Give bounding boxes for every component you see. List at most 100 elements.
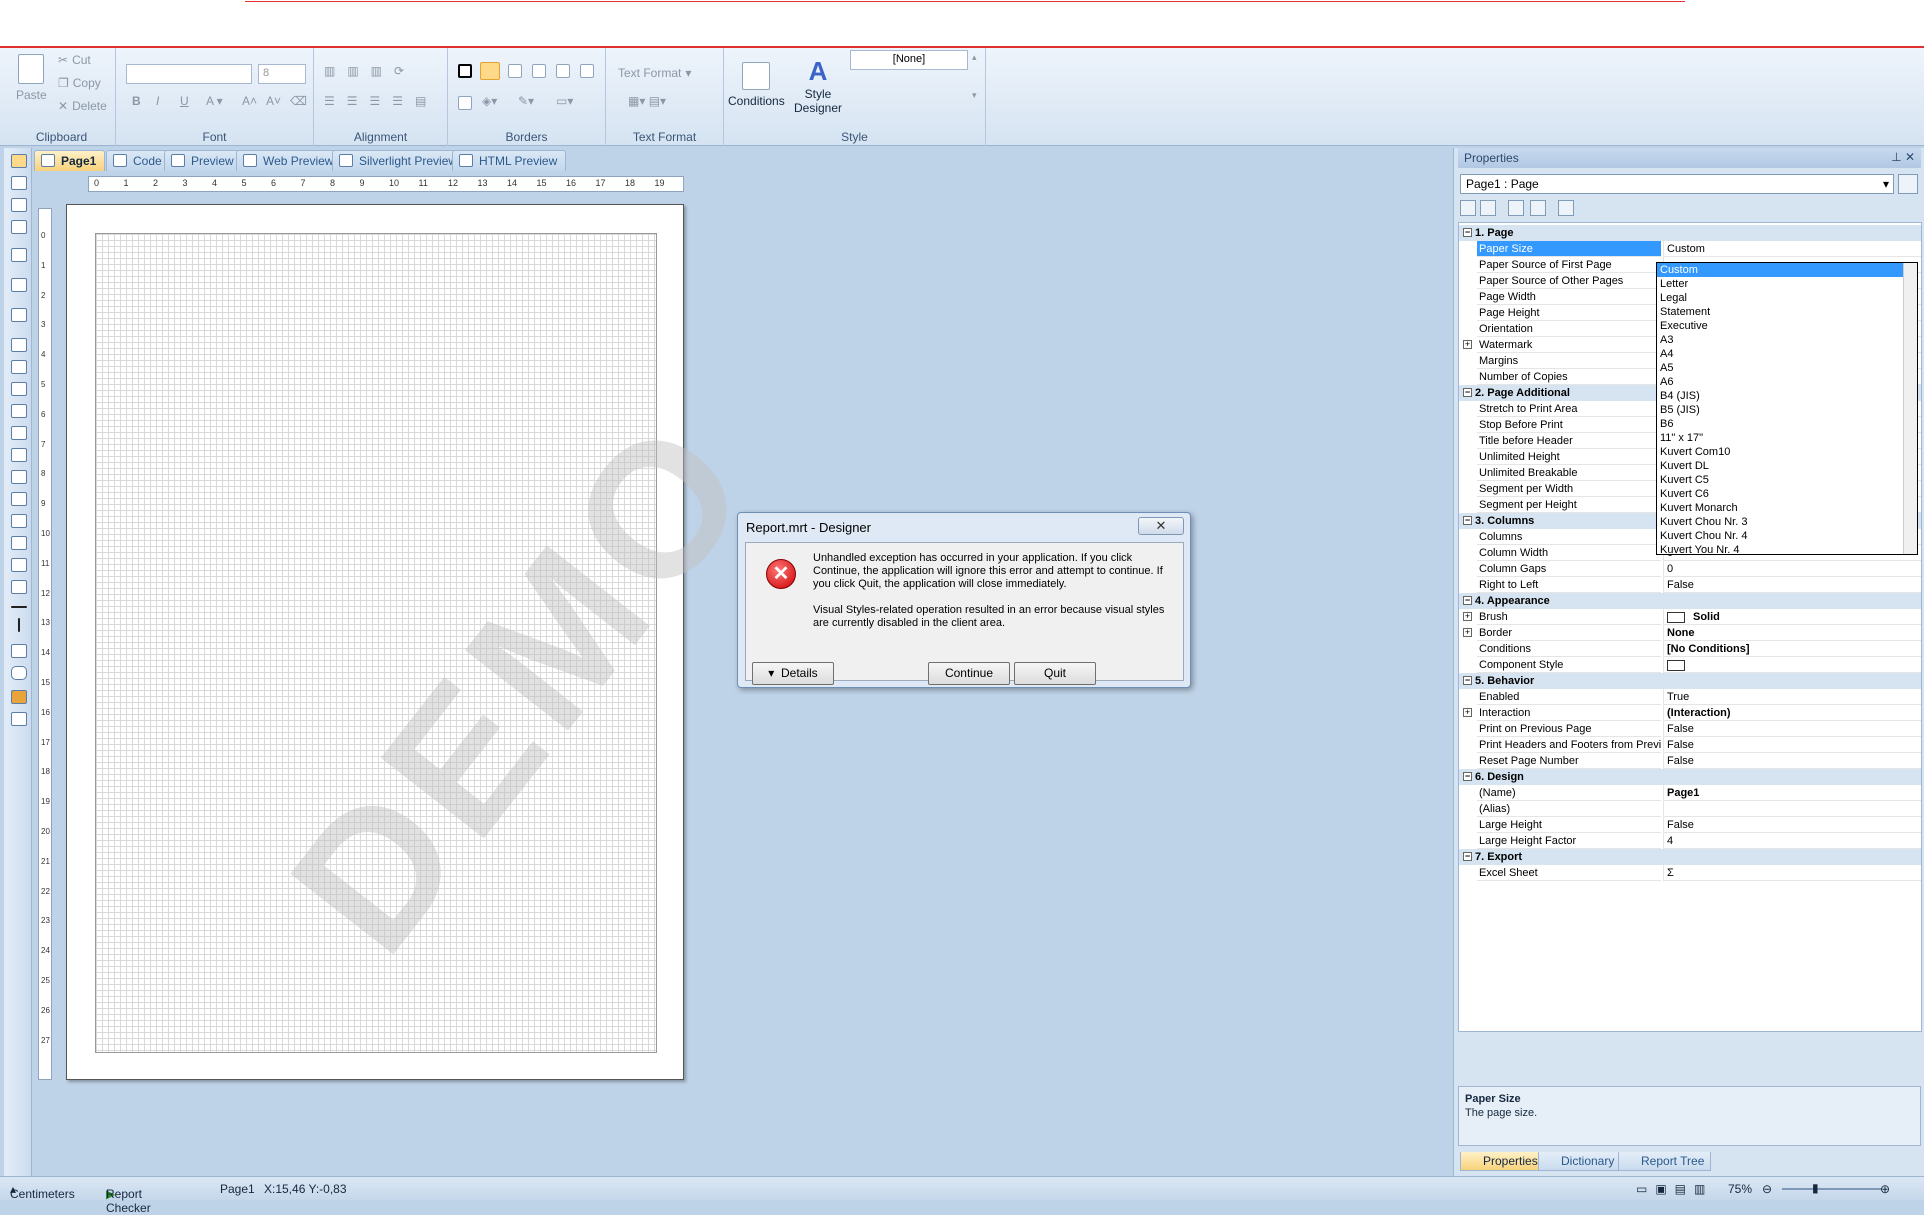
continue-button[interactable]: Continue — [928, 662, 1010, 685]
expand-icon[interactable]: + — [1463, 628, 1472, 637]
settings-icon[interactable] — [11, 712, 27, 726]
paper-size-option[interactable]: B5 (JIS) — [1657, 403, 1917, 417]
format-painter-icon[interactable] — [11, 220, 27, 234]
rich-text-icon[interactable] — [11, 360, 27, 374]
property-value[interactable]: Σ — [1663, 865, 1921, 881]
pin-close-icons[interactable]: ⊥ ✕ — [1891, 150, 1915, 164]
details-button[interactable]: ▾ Details — [752, 662, 834, 685]
property-value[interactable]: Solid — [1663, 609, 1921, 625]
cross-tab-icon[interactable] — [11, 492, 27, 506]
tab-code[interactable]: Code — [106, 150, 171, 171]
pan-tool-icon[interactable] — [11, 176, 27, 190]
property-row[interactable]: (Alias) — [1459, 801, 1921, 817]
rectangle-icon[interactable] — [11, 644, 27, 658]
property-row[interactable]: Component Style — [1459, 657, 1921, 673]
border-color-button[interactable]: ✎▾ — [518, 94, 534, 108]
fill-color-button[interactable]: ◈▾ — [482, 94, 497, 108]
container-icon[interactable] — [11, 580, 27, 594]
panel-tab-properties[interactable]: Properties — [1460, 1152, 1545, 1171]
no-border-icon[interactable] — [480, 62, 500, 80]
tab-web-preview[interactable]: Web Preview — [236, 150, 343, 171]
style-designer-button[interactable]: A Style Designer — [794, 56, 842, 115]
gallery-up-button[interactable]: ▴ — [972, 52, 977, 63]
report-page[interactable]: DEMO — [66, 204, 793, 1080]
collapse-icon[interactable]: − — [1463, 388, 1472, 397]
bold-button[interactable]: B — [132, 94, 141, 108]
property-category[interactable]: −1. Page — [1459, 225, 1921, 241]
shape-icon[interactable] — [11, 426, 27, 440]
paper-size-option[interactable]: B6 — [1657, 417, 1917, 431]
panel-tab-dictionary[interactable]: Dictionary — [1538, 1152, 1622, 1171]
format-buttons[interactable]: ▦▾ ▤▾ — [628, 94, 666, 108]
zoom-slider[interactable] — [1782, 1188, 1882, 1190]
property-row[interactable]: (Name) Page1 — [1459, 785, 1921, 801]
categorized-icon[interactable] — [1460, 200, 1476, 216]
font-name-combo[interactable] — [126, 64, 252, 84]
property-category[interactable]: −4. Appearance — [1459, 593, 1921, 609]
sort-icon[interactable] — [1898, 174, 1918, 194]
panel-tool-icon[interactable] — [11, 308, 27, 322]
bottom-border-icon[interactable] — [556, 64, 570, 78]
tab-silverlight-preview[interactable]: Silverlight Preview — [332, 150, 467, 171]
expand-icon[interactable]: + — [1463, 340, 1472, 349]
paper-size-option[interactable]: Custom — [1657, 263, 1917, 277]
tab-page1[interactable]: Page1 — [34, 150, 106, 171]
paper-size-option[interactable]: Kuvert C6 — [1657, 487, 1917, 501]
property-row[interactable]: Conditions [No Conditions] — [1459, 641, 1921, 657]
horizontal-line-icon[interactable] — [11, 606, 27, 608]
property-value[interactable] — [1663, 657, 1921, 673]
select-tool-icon[interactable] — [11, 154, 27, 168]
delete-button[interactable]: ✕ Delete — [58, 99, 107, 113]
tab-html-preview[interactable]: HTML Preview — [452, 150, 567, 171]
property-value[interactable]: False — [1663, 737, 1921, 753]
italic-button[interactable]: I — [156, 94, 159, 108]
dialog-close-button[interactable]: ✕ — [1138, 517, 1184, 535]
property-row[interactable]: Large Height False — [1459, 817, 1921, 833]
property-value[interactable] — [1663, 801, 1921, 817]
paper-size-option[interactable]: A4 — [1657, 347, 1917, 361]
property-value[interactable]: False — [1663, 817, 1921, 833]
cut-button[interactable]: ✂ Cut — [58, 53, 91, 67]
properties-view-icon[interactable] — [1508, 200, 1524, 216]
expand-icon[interactable]: + — [1463, 708, 1472, 717]
paste-button[interactable]: Paste — [16, 54, 47, 102]
sub-report-icon[interactable] — [11, 448, 27, 462]
text-format-combo[interactable]: Text Format ▾ — [618, 66, 691, 80]
property-category[interactable]: −6. Design — [1459, 769, 1921, 785]
zoom-slider-thumb[interactable]: ▮ — [1812, 1181, 1819, 1195]
property-value[interactable]: None — [1663, 625, 1921, 641]
property-row[interactable]: Reset Page Number False — [1459, 753, 1921, 769]
alphabetical-icon[interactable] — [1480, 200, 1496, 216]
paper-size-option[interactable]: Kuvert Com10 — [1657, 445, 1917, 459]
paper-size-option[interactable]: B4 (JIS) — [1657, 389, 1917, 403]
zoom-in-icon[interactable]: ⊕ — [1880, 1182, 1890, 1196]
shadow-icon[interactable] — [458, 96, 472, 110]
paper-size-option[interactable]: Kuvert Monarch — [1657, 501, 1917, 515]
text-component-icon[interactable] — [11, 338, 27, 352]
quit-button[interactable]: Quit — [1014, 662, 1096, 685]
top-border-icon[interactable] — [508, 64, 522, 78]
paper-size-option[interactable]: A3 — [1657, 333, 1917, 347]
vertical-line-icon[interactable] — [18, 618, 20, 632]
property-value[interactable]: True — [1663, 689, 1921, 705]
panel-tab-report-tree[interactable]: Report Tree — [1618, 1152, 1712, 1171]
shrink-font-button[interactable]: A˅ — [266, 94, 281, 108]
collapse-icon[interactable]: − — [1463, 228, 1472, 237]
property-row[interactable]: Print Headers and Footers from Previ Fals… — [1459, 737, 1921, 753]
property-category[interactable]: −5. Behavior — [1459, 673, 1921, 689]
property-row[interactable]: + Border None — [1459, 625, 1921, 641]
paper-size-option[interactable]: A6 — [1657, 375, 1917, 389]
property-row[interactable]: Excel Sheet Σ — [1459, 865, 1921, 881]
object-selector[interactable]: Page1 : Page ▾ — [1460, 174, 1894, 194]
font-size-combo[interactable]: 8 — [258, 64, 306, 84]
property-row[interactable]: Paper Size Custom — [1459, 241, 1921, 257]
collapse-icon[interactable]: − — [1463, 772, 1472, 781]
copy-button[interactable]: ❐ Copy — [58, 76, 101, 90]
units-selector[interactable]: Centimeters ▴ — [10, 1182, 75, 1201]
vertical-align-buttons[interactable]: ▥▥▥⟳ — [324, 64, 416, 78]
paper-size-option[interactable]: A5 — [1657, 361, 1917, 375]
bar-code-icon[interactable] — [11, 404, 27, 418]
property-row[interactable]: Large Height Factor 4 — [1459, 833, 1921, 849]
tab-preview[interactable]: Preview — [164, 150, 243, 171]
image-icon[interactable] — [11, 382, 27, 396]
